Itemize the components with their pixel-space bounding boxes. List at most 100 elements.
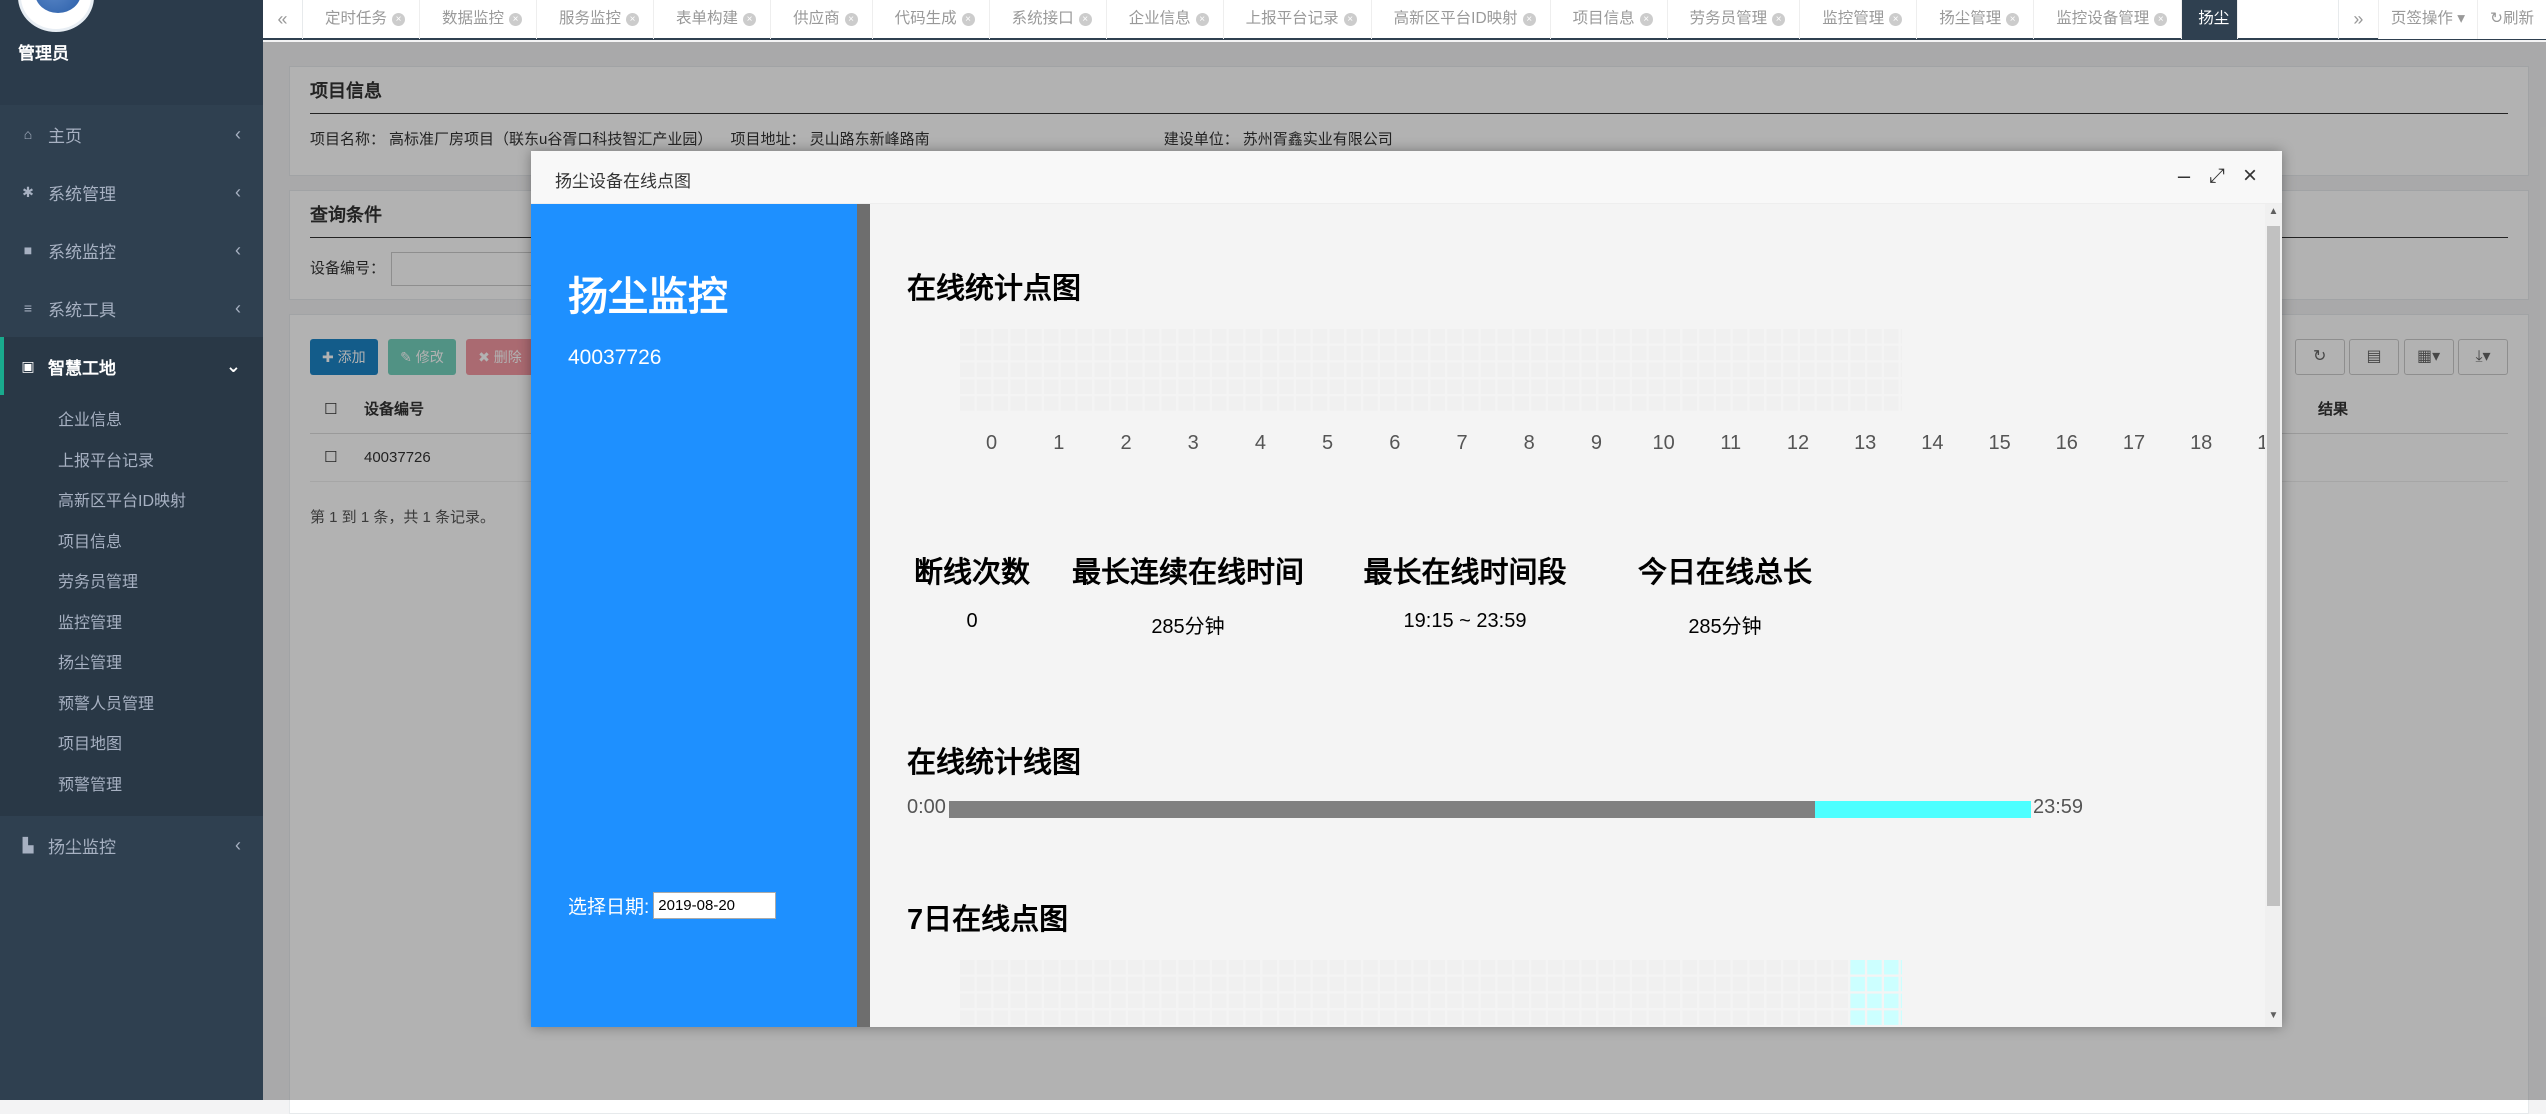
nav-system-monitor[interactable]: ■ 系统监控 ‹ — [0, 221, 263, 279]
pane-heading: 扬尘监控 — [568, 275, 728, 319]
scroll-thumb[interactable] — [2267, 226, 2280, 906]
dot-cell — [1077, 379, 1093, 394]
dot-cell — [1598, 993, 1613, 1009]
dot-cell — [1497, 1010, 1513, 1025]
submenu-labor-management[interactable]: 劳务员管理 — [0, 563, 263, 604]
submenu-report-records[interactable]: 上报平台记录 — [0, 442, 263, 483]
nav-smart-site[interactable]: ▣ 智慧工地 ⌄ — [0, 337, 263, 395]
dot-cell — [1111, 396, 1126, 411]
minimize-icon[interactable]: – — [2171, 163, 2197, 189]
tab-dust-management[interactable]: 扬尘管理 × — [1917, 0, 2035, 39]
dot-cell — [1867, 960, 1882, 975]
dot-cell — [1581, 960, 1597, 975]
dot-cell — [1161, 960, 1177, 975]
dot-cell — [1144, 993, 1160, 1009]
dot-cell — [1279, 396, 1294, 411]
dot-cell — [1430, 379, 1445, 394]
dot-cell — [1884, 976, 1899, 992]
tab-supplier[interactable]: 供应商 × — [771, 0, 873, 39]
dot-cell — [1850, 329, 1865, 344]
nav-dust-monitor[interactable]: ▙ 扬尘监控 ‹ — [0, 816, 263, 874]
submenu-warning-staff[interactable]: 预警人员管理 — [0, 685, 263, 726]
dot-cell — [1531, 345, 1546, 361]
page-ops-dropdown[interactable]: 页签操作 ▾ — [2377, 0, 2477, 39]
scroll-up-icon[interactable]: ▲ — [2268, 206, 2279, 218]
tab-monitor-management[interactable]: 监控管理 × — [1800, 0, 1918, 39]
dot-cell — [1312, 1010, 1328, 1025]
submenu-project-map[interactable]: 项目地图 — [0, 725, 263, 766]
close-icon[interactable]: × — [1343, 12, 1357, 26]
tab-system-api[interactable]: 系统接口 × — [990, 0, 1107, 39]
dot-cell — [1430, 960, 1445, 975]
dot-cell — [1312, 976, 1328, 992]
tab-dust-active[interactable]: 扬尘 — [2182, 0, 2239, 39]
close-icon[interactable]: × — [1195, 12, 1209, 26]
refresh-button[interactable]: ↻刷新 — [2476, 0, 2546, 39]
close-icon[interactable]: × — [743, 12, 757, 26]
date-input[interactable]: 2019-08-20 — [653, 892, 777, 919]
dot-cell — [1464, 362, 1479, 378]
dot-cell — [1682, 379, 1697, 394]
submenu-project-info[interactable]: 项目信息 — [0, 523, 263, 564]
close-icon[interactable]: × — [2006, 12, 2020, 26]
dot-cell — [1044, 993, 1059, 1009]
dot-cell — [1716, 362, 1731, 378]
close-icon[interactable]: × — [1889, 12, 1903, 26]
admin-name[interactable]: 管理员 — [18, 39, 69, 64]
dot-cell — [1884, 362, 1899, 378]
submenu-platform-id-map[interactable]: 高新区平台ID映射 — [0, 482, 263, 523]
dot-cell — [1195, 960, 1210, 975]
nav-system-tools[interactable]: ≡ 系统工具 ‹ — [0, 279, 263, 337]
submenu-dust-management[interactable]: 扬尘管理 — [0, 644, 263, 685]
tab-monitor-device-management[interactable]: 监控设备管理 × — [2034, 0, 2183, 39]
dot-cell — [1564, 379, 1580, 394]
close-icon[interactable]: × — [626, 12, 640, 26]
dot-cell — [1531, 396, 1546, 411]
modal-title: 扬尘设备在线点图 — [555, 172, 691, 191]
tabs-scroll-right-button[interactable]: » — [2337, 0, 2378, 39]
close-icon[interactable]: × — [1522, 12, 1536, 26]
dot-cell — [1783, 960, 1798, 975]
submenu-warning-management[interactable]: 预警管理 — [0, 766, 263, 807]
close-icon[interactable]: × — [1639, 12, 1653, 26]
tab-scheduled-tasks[interactable]: 定时任务 × — [303, 0, 421, 39]
dot-cell — [993, 1010, 1009, 1025]
close-icon[interactable]: × — [392, 12, 406, 26]
close-icon[interactable]: × — [1772, 12, 1786, 26]
dot-cell — [1783, 1010, 1798, 1025]
tab-code-gen[interactable]: 代码生成 × — [873, 0, 990, 39]
tab-report-records[interactable]: 上报平台记录 × — [1224, 0, 1372, 39]
tabs-scroll-left-button[interactable]: « — [263, 0, 303, 39]
tab-labor-management[interactable]: 劳务员管理 × — [1668, 0, 1801, 39]
submenu-monitor-management[interactable]: 监控管理 — [0, 604, 263, 645]
dot-cell — [1766, 379, 1781, 394]
dot-cell — [1312, 329, 1328, 344]
nav-home[interactable]: ⌂ 主页 ‹ — [0, 105, 263, 163]
dot-cell — [1279, 993, 1294, 1009]
modal-scrollbar[interactable]: ▲ ▼ — [2265, 204, 2282, 1027]
tab-service-monitor[interactable]: 服务监控 × — [537, 0, 655, 39]
dot-cell — [1363, 976, 1378, 992]
tab-platform-id-map[interactable]: 高新区平台ID映射 × — [1372, 0, 1551, 39]
tab-project-info[interactable]: 项目信息 × — [1551, 0, 1668, 39]
scroll-down-icon[interactable]: ▼ — [2268, 1010, 2279, 1022]
dot-cell — [1615, 345, 1630, 361]
timeline-start: 0:00 — [907, 796, 946, 818]
nav-system-management[interactable]: ✱ 系统管理 ‹ — [0, 163, 263, 221]
close-icon[interactable]: × — [509, 12, 523, 26]
dot-cell — [1010, 960, 1025, 975]
dot-cell — [1598, 345, 1613, 361]
sidebar: 管理员 ⌂ 主页 ‹ ✱ 系统管理 ‹ ■ 系统监控 ‹ ≡ 系统工具 ‹ ▣ … — [0, 0, 263, 1100]
tab-data-monitor[interactable]: 数据监控 × — [420, 0, 538, 39]
tab-company-info[interactable]: 企业信息 × — [1107, 0, 1224, 39]
tab-form-builder[interactable]: 表单构建 × — [654, 0, 772, 39]
close-icon[interactable]: × — [1078, 12, 1092, 26]
dot-cell — [1884, 329, 1899, 344]
close-icon[interactable]: × — [2154, 12, 2168, 26]
submenu-company-info[interactable]: 企业信息 — [0, 401, 263, 442]
maximize-icon[interactable]: ⤢ — [2204, 163, 2230, 189]
close-icon[interactable]: × — [2237, 163, 2263, 189]
dot-cell — [1548, 329, 1563, 344]
close-icon[interactable]: × — [961, 12, 975, 26]
close-icon[interactable]: × — [844, 12, 858, 26]
